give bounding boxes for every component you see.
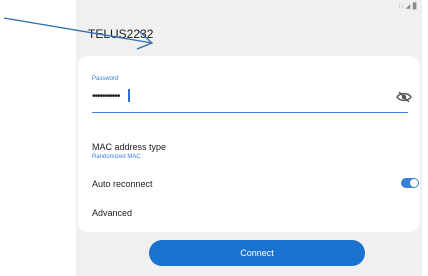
network-name: TELUS2232 [88,27,154,41]
connect-button[interactable]: Connect [149,240,365,266]
mac-address-type-label[interactable]: MAC address type [92,142,166,152]
advanced-option[interactable]: Advanced [92,208,132,218]
eye-off-icon[interactable] [396,91,412,103]
toggle-knob [410,179,418,187]
network-settings-card: Password ••••••••••• MAC address type Ra… [78,56,420,232]
text-cursor [128,89,130,102]
wifi-connect-screen: ∷ ◢ ▊ TELUS2232 Password ••••••••••• MAC… [76,0,422,276]
status-bar-icons: ∷ ◢ ▊ [399,4,418,10]
password-field[interactable]: ••••••••••• [92,91,120,102]
password-label: Password [92,76,119,82]
auto-reconnect-toggle[interactable] [401,178,419,188]
mac-address-type-value: Randomized MAC [92,154,141,160]
auto-reconnect-label: Auto reconnect [92,179,153,189]
password-underline [92,112,408,113]
